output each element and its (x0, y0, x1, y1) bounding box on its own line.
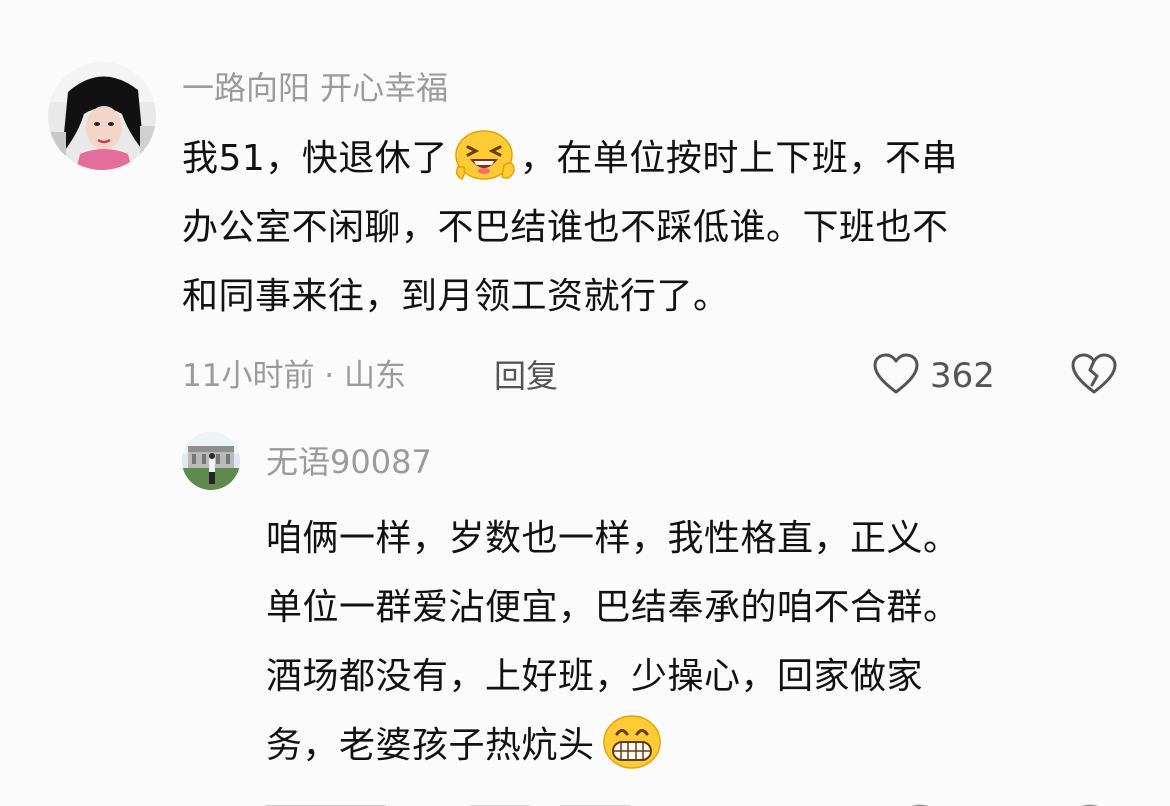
like-button[interactable]: 362 (872, 352, 995, 400)
commenter-avatar[interactable] (48, 62, 156, 170)
comment-time-location: 11小时前 · 山东 (182, 358, 407, 394)
broken-heart-icon[interactable] (1070, 352, 1118, 400)
big-grin-emoji-icon (599, 712, 665, 772)
reply-avatar[interactable] (182, 432, 240, 490)
reply-line-3: 酒场都没有，上好班，少操心，回家做家 (266, 656, 924, 697)
reply-username[interactable]: 无语90087 (266, 442, 432, 482)
reply-line-1: 咱俩一样，岁数也一样，我性格直，正义。 (266, 518, 960, 559)
heart-icon (872, 352, 920, 400)
grinning-squint-emoji-icon (452, 125, 518, 185)
comment-line-2: 办公室不闲聊，不巴结谁也不踩低谁。下班也不 (182, 207, 949, 248)
commenter-username[interactable]: 一路向阳 开心幸福 (182, 68, 448, 108)
comment-line-3: 和同事来往，到月领工资就行了。 (182, 276, 730, 317)
reply-line-4: 务，老婆孩子热炕头 (266, 711, 960, 780)
comment-line-1: 我51，快退休了 ，在单位按时上下班，不串 (182, 124, 958, 193)
reply-text: 咱俩一样，岁数也一样，我性格直，正义。 单位一群爱沾便宜，巴结奉承的咱不合群。 … (266, 504, 960, 780)
next-row-partial (0, 796, 1170, 806)
comment-text: 我51，快退休了 ，在单位按时上下班，不串 办公室不闲聊，不巴结谁也不踩低谁。下… (182, 124, 958, 331)
like-count: 362 (930, 356, 995, 396)
reply-line-2: 单位一群爱沾便宜，巴结奉承的咱不合群。 (266, 587, 960, 628)
reply-button[interactable]: 回复 (494, 356, 558, 396)
